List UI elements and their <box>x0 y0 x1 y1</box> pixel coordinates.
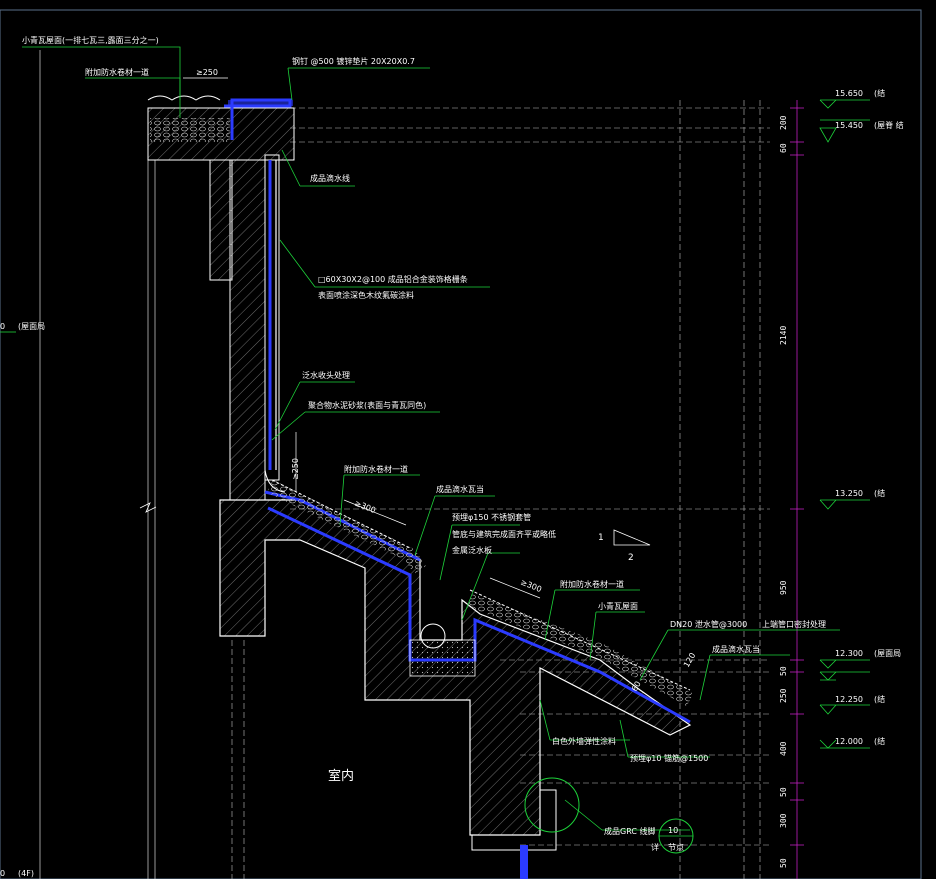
overlap-side-label: ≥250 <box>291 458 300 480</box>
flashing-spec-label: 钢钉 @500 镀锌垫片 20X20X0.7 <box>292 56 415 66</box>
pipe-seal-label: 上端管口密封处理 <box>762 619 826 629</box>
dim-120-label: 120 <box>682 651 697 669</box>
drain-pipe-label: DN20 泄水管@3000 <box>670 619 747 629</box>
slope-num-1: 1 <box>598 533 604 543</box>
dimension-value: 50 <box>779 666 788 676</box>
overlap-low-label: ≥300 <box>519 578 543 595</box>
slope-num-2: 2 <box>628 553 634 563</box>
floor-level-note: (4F) <box>18 869 34 878</box>
detail-ref-label-1: 详 <box>651 842 659 852</box>
slope-symbol <box>613 529 651 546</box>
steel-pipe-label-2: 管底与建筑完成面齐平或略低 <box>452 529 556 539</box>
elevation-labels: 15.650 (结 15.450 (屋脊 结 13.250 (结 12.300 … <box>835 88 904 746</box>
floor-level-value: 0 <box>0 869 5 878</box>
interior-label: 室内 <box>328 768 354 784</box>
elevation-note: (结 <box>874 694 885 704</box>
extra-waterproof-label-3: 附加防水卷材一道 <box>560 579 624 589</box>
break-symbol <box>139 502 157 513</box>
elevation-value: 12.300 <box>835 649 863 658</box>
column <box>209 154 286 501</box>
alu-grille-label-2: 表面喷涂深色木纹氟碳涂料 <box>318 290 414 300</box>
dimension-value: 200 <box>779 115 788 130</box>
roof-slab <box>219 479 694 879</box>
mortar-label: 聚合物水泥砂浆(表面与青瓦同色) <box>308 400 426 410</box>
dimension-value: 250 <box>779 688 788 703</box>
roof-tile-spec-label: 小青瓦屋面(一排七瓦三,露面三分之一) <box>22 35 159 45</box>
detail-num-label: 10 <box>668 826 678 835</box>
dimension-value: 50 <box>779 858 788 868</box>
drip-tile-label-1: 成品滴水瓦当 <box>436 484 484 494</box>
elevation-value: 13.250 <box>835 489 863 498</box>
elevation-value: 15.650 <box>835 89 863 98</box>
tile-roof-label: 小青瓦屋面 <box>598 601 638 611</box>
dimension-value: 400 <box>779 741 788 756</box>
embed-bar-label: 预埋φ10 锚筋@1500 <box>630 753 708 763</box>
dimension-value: 60 <box>779 143 788 153</box>
extra-waterproof-label-1: 附加防水卷材一道 <box>85 67 149 77</box>
grc-line-label: 成品GRC 线脚 <box>604 826 656 836</box>
elevation-note: (屋面局 <box>874 649 901 658</box>
overlap-mid-label: ≥300 <box>353 499 377 516</box>
elevation-note: (结 <box>874 88 885 98</box>
dimension-texts: 200 60 2140 950 50 250 400 50 300 50 <box>779 115 788 868</box>
overlap-top-label: ≥250 <box>196 68 218 77</box>
dimension-value: 2140 <box>779 326 788 345</box>
metal-flashing-label: 金属泛水板 <box>452 545 492 555</box>
cad-section-drawing: 1 2 200 60 2140 950 50 250 400 50 300 50 <box>0 9 922 879</box>
left-level-value: 0 <box>0 322 5 331</box>
elevation-value: 12.000 <box>835 737 863 746</box>
steel-pipe-label-1: 预埋φ150 不锈钢套管 <box>452 512 531 522</box>
dimension-value: 300 <box>779 813 788 828</box>
flashing-end-label: 泛水收头处理 <box>302 370 350 380</box>
left-level-note: (屋面局 <box>18 322 45 331</box>
elevation-note: (结 <box>874 736 885 746</box>
drip-tile-label-2: 成品滴水瓦当 <box>712 644 760 654</box>
drip-line-label: 成品滴水线 <box>310 173 350 183</box>
parapet <box>147 95 295 161</box>
elevation-value: 15.450 <box>835 121 863 130</box>
alu-grille-label-1: □60X30X2@100 成品铝合金装饰格栅条 <box>318 274 468 284</box>
extra-waterproof-label-2: 附加防水卷材一道 <box>344 464 408 474</box>
dimension-value: 50 <box>779 787 788 797</box>
elevation-value: 12.250 <box>835 695 863 704</box>
dimension-value: 950 <box>779 580 788 595</box>
dimension-chain <box>790 100 804 879</box>
elevation-note: (屋脊 结 <box>874 120 904 130</box>
detail-ref-label-2: 节点 <box>668 843 684 852</box>
left-wall-lines <box>39 50 156 879</box>
elevation-note: (结 <box>874 488 885 498</box>
leader-lines <box>22 46 840 831</box>
exterior-paint-label: 白色外墙弹性涂料 <box>552 736 616 746</box>
